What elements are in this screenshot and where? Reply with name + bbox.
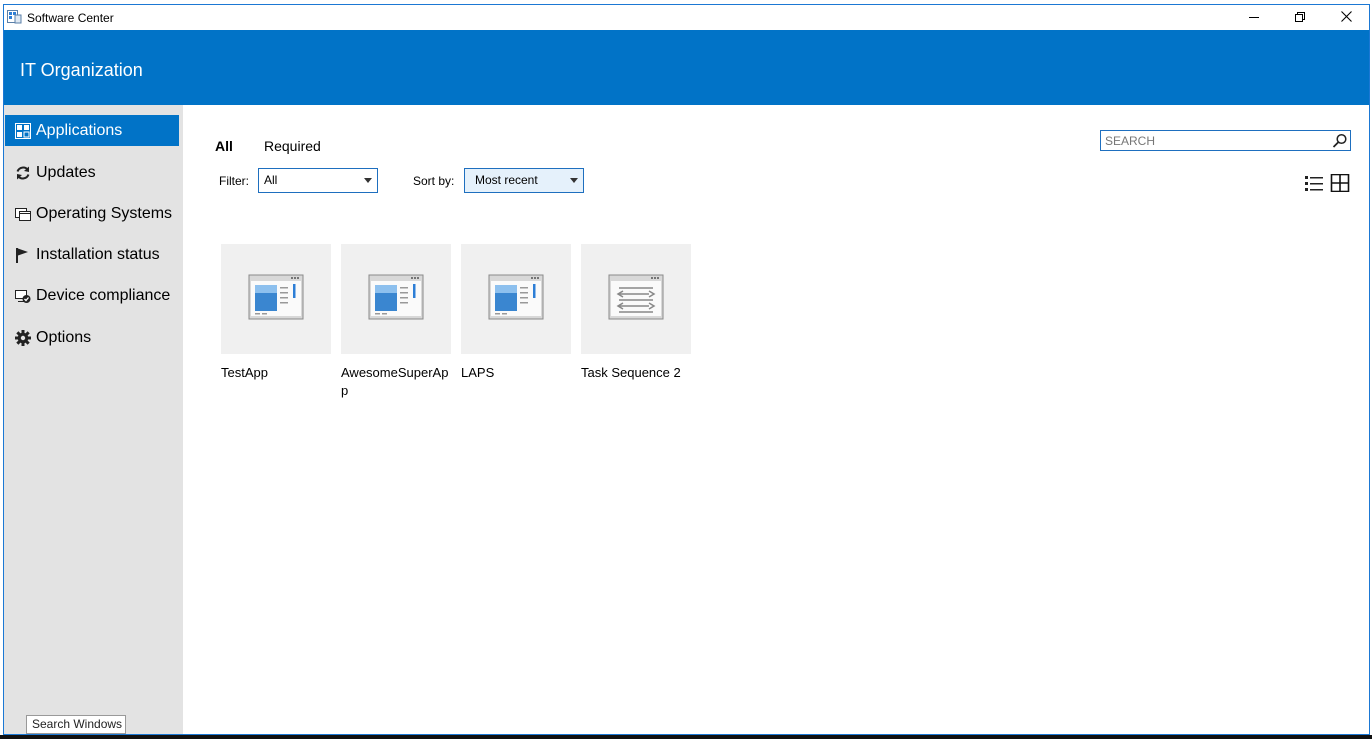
gear-icon [14,329,32,347]
filter-dropdown[interactable]: All [258,168,378,193]
app-tile-awesomesuperapp[interactable]: AwesomeSuperApp [341,244,453,400]
chevron-down-icon [570,178,578,183]
window-title: Software Center [27,11,114,25]
app-tile-laps[interactable]: LAPS [461,244,573,382]
software-center-window: Software Center IT Organization Applicat… [3,4,1370,735]
app-thumbnail [221,244,331,354]
device-compliance-icon [14,287,32,305]
app-name: AwesomeSuperApp [341,365,449,398]
sort-label: Sort by: [413,174,455,188]
sidebar-item-options[interactable]: Options [5,322,179,353]
close-icon [1340,9,1352,27]
filter-label: Filter: [219,174,249,188]
sidebar-item-operating-systems[interactable]: Operating Systems [5,198,179,229]
app-name: LAPS [461,365,495,380]
app-thumbnail [461,244,571,354]
task-sequence-icon [607,271,665,328]
sidebar-item-installation-status[interactable]: Installation status [5,239,179,270]
application-window-icon [487,271,545,328]
sidebar-item-label: Options [36,328,92,346]
main-content: All Required Filter: All Sort by: Most r… [183,105,1369,734]
filter-value: All [264,173,278,187]
restore-icon [1295,9,1305,27]
tab-required[interactable]: Required [264,138,321,154]
search-box [1100,130,1351,151]
app-tile-testapp[interactable]: TestApp [221,244,333,382]
sidebar-item-label: Updates [36,163,96,181]
app-name: Task Sequence 2 [581,365,681,380]
search-windows-tooltip: Search Windows [26,715,126,734]
flag-icon [14,246,32,264]
windows-stack-icon [14,205,32,223]
refresh-icon [14,164,32,182]
restore-button[interactable] [1277,5,1323,30]
app-tile-task-sequence-2[interactable]: Task Sequence 2 [581,244,693,382]
applications-icon [14,122,32,140]
sort-value: Most recent [475,173,538,187]
tile-view-icon[interactable] [1330,173,1350,193]
sidebar-item-applications[interactable]: Applications [5,115,179,146]
sidebar-item-device-compliance[interactable]: Device compliance [5,280,179,311]
header-banner: IT Organization [4,30,1369,105]
sidebar-item-updates[interactable]: Updates [5,157,179,188]
application-window-icon [247,271,305,328]
sort-dropdown[interactable]: Most recent [464,168,584,193]
sidebar-item-label: Applications [36,121,123,139]
sidebar-item-label: Operating Systems [36,204,173,222]
app-thumbnail [581,244,691,354]
list-view-icon[interactable] [1304,174,1324,192]
app-thumbnail [341,244,451,354]
chevron-down-icon [364,178,372,183]
minimize-button[interactable] [1231,5,1277,30]
tab-all[interactable]: All [215,138,233,154]
taskbar-edge [0,735,1372,739]
sidebar-item-label: Device compliance [36,286,171,304]
search-input[interactable] [1101,131,1327,150]
minimize-icon [1249,9,1259,27]
title-bar: Software Center [4,5,1369,30]
app-name: TestApp [221,365,268,380]
close-button[interactable] [1323,5,1369,30]
sidebar-item-label: Installation status [36,245,160,263]
software-center-icon [7,10,22,24]
search-icon[interactable] [1332,133,1348,149]
application-window-icon [367,271,425,328]
organization-name: IT Organization [20,60,143,80]
sidebar: Applications Updates Operating Systems I… [4,105,183,734]
